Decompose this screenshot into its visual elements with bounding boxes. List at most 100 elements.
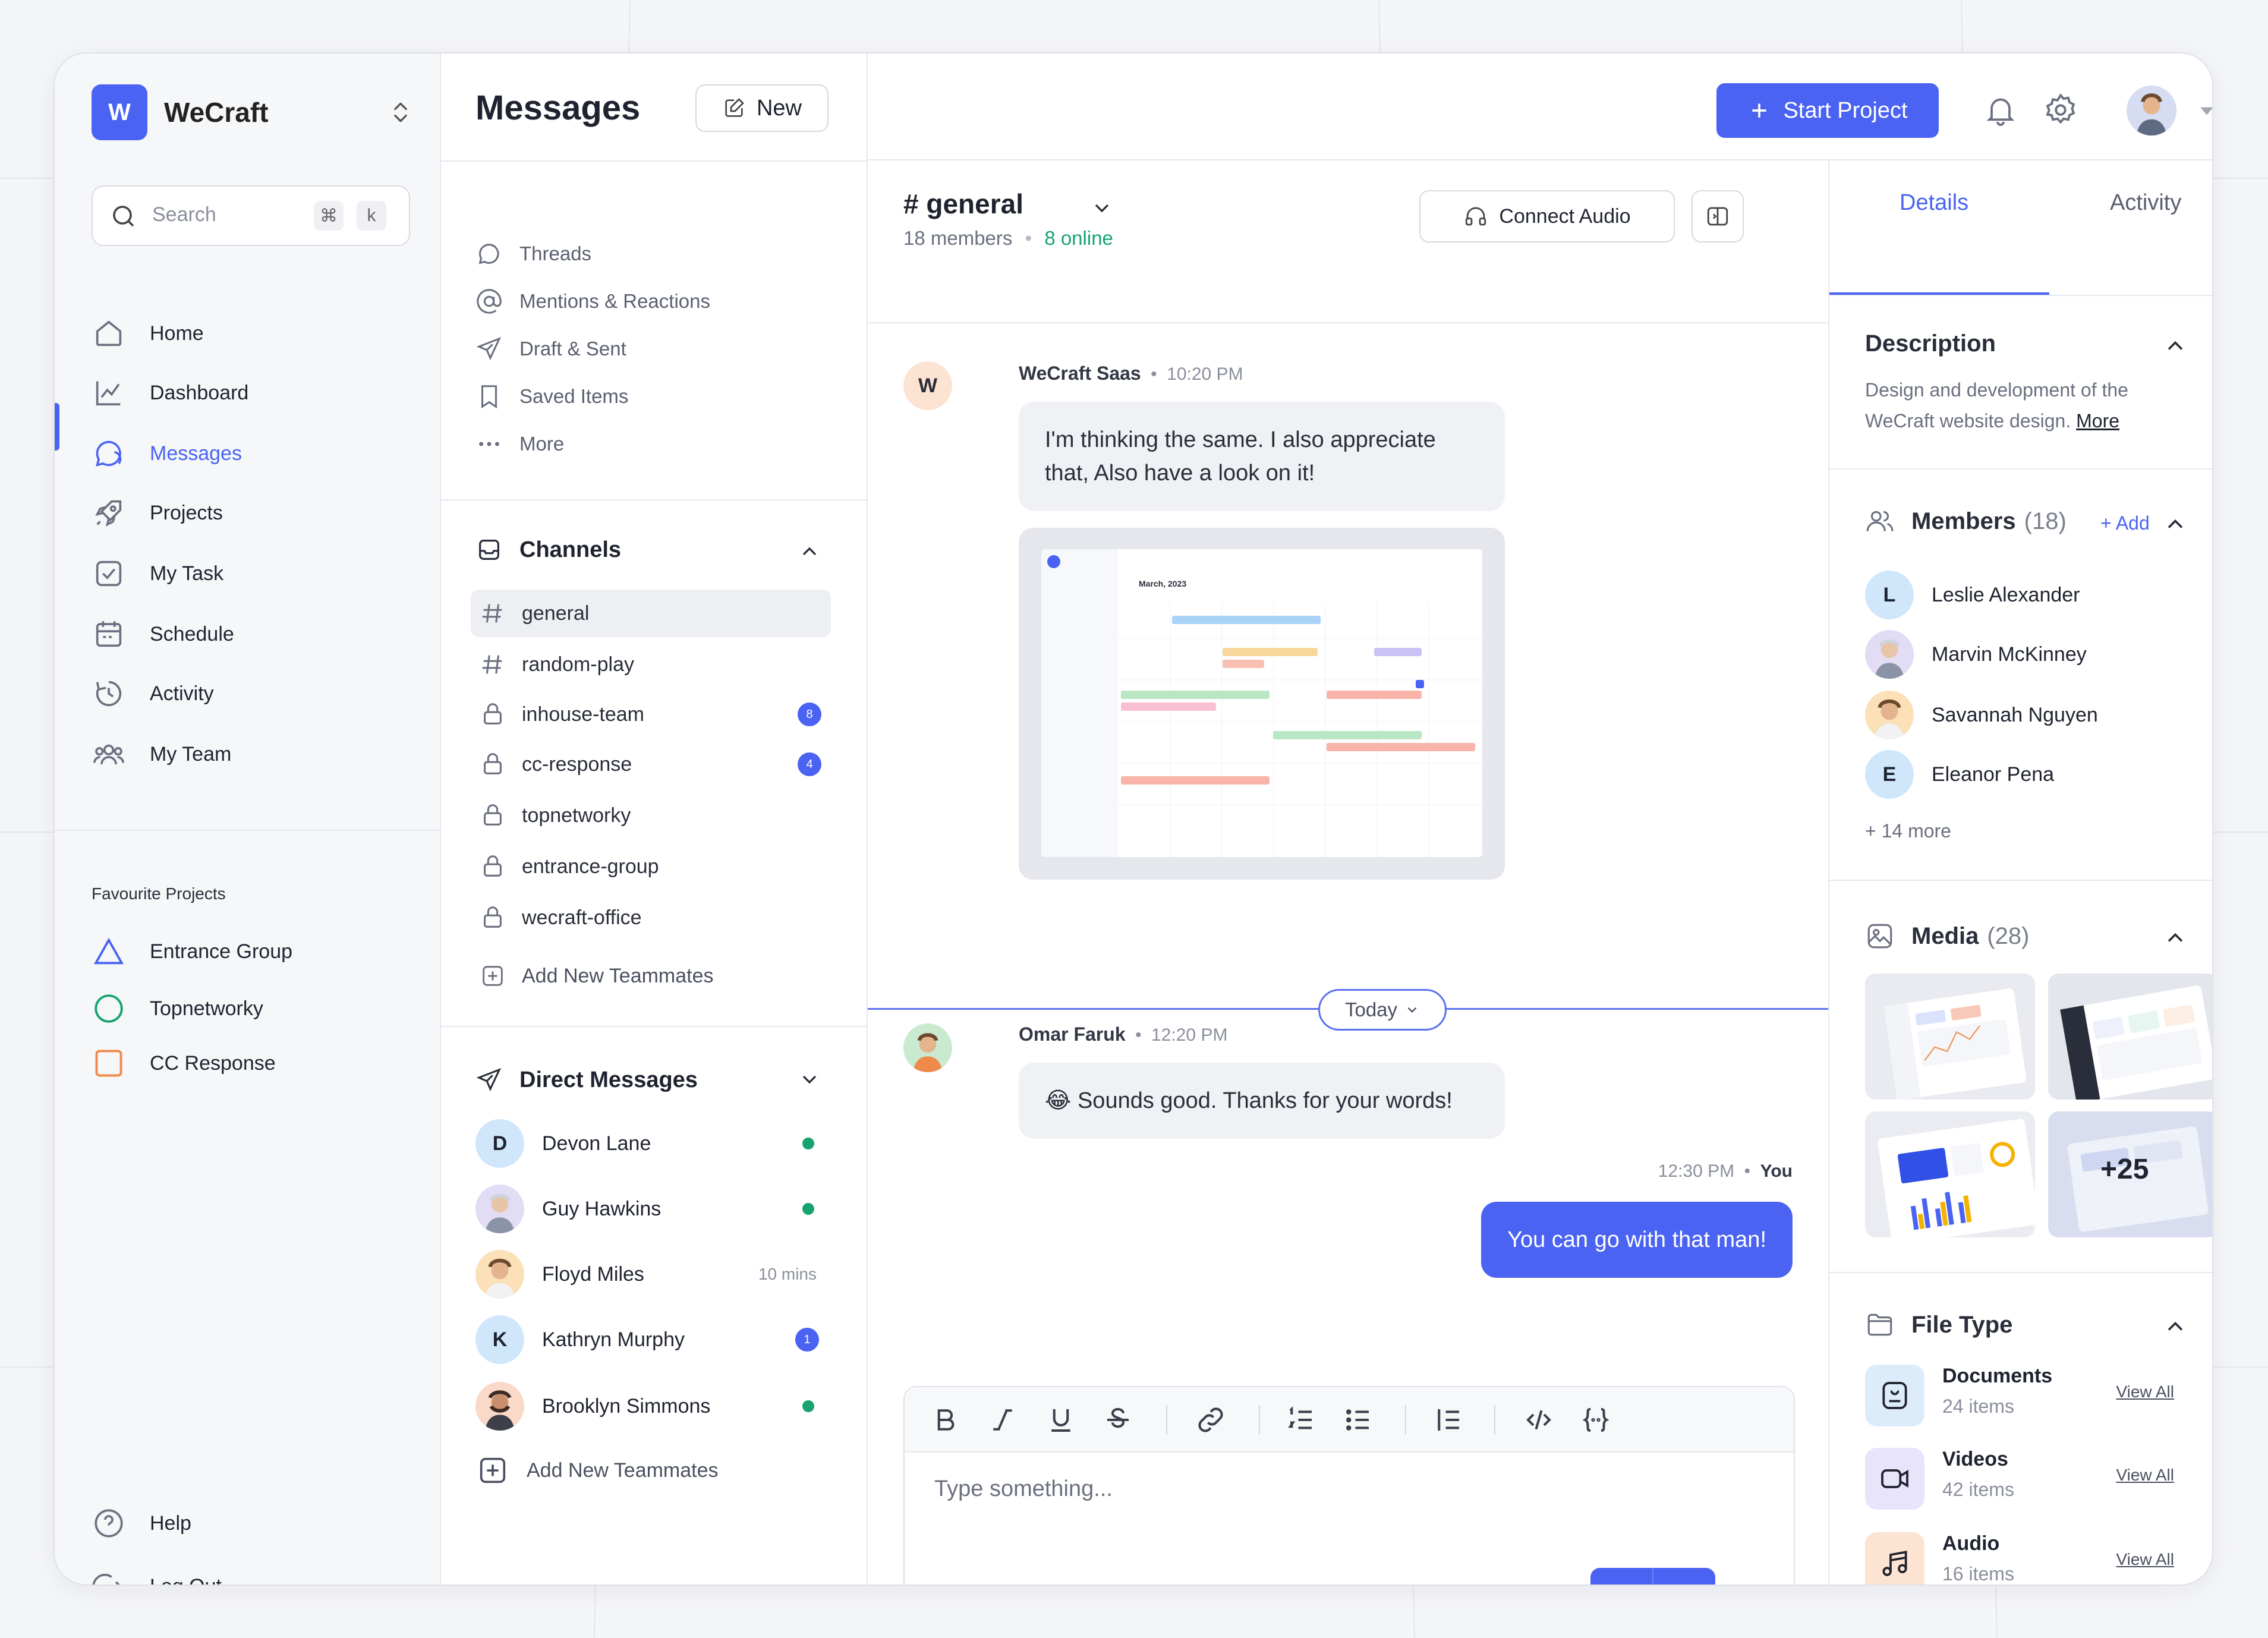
dm-guy-hawkins[interactable]: Guy Hawkins (475, 1179, 832, 1239)
tab-activity[interactable]: Activity (2110, 190, 2181, 216)
menu-draft[interactable]: Draft & Sent (475, 335, 626, 363)
code-block-icon[interactable] (1580, 1404, 1612, 1436)
nav-my-team[interactable]: My Team (92, 727, 424, 781)
dm-devon-lane[interactable]: D Devon Lane (475, 1114, 832, 1173)
media-thumbnail[interactable] (2048, 974, 2212, 1100)
channel-cc-response[interactable]: cc-response 4 (471, 741, 831, 788)
menu-more[interactable]: More (475, 430, 564, 458)
nav-activity[interactable]: Activity (92, 667, 424, 720)
channel-general[interactable]: general (471, 590, 831, 637)
shortcut-k: k (357, 201, 386, 231)
blockquote-icon[interactable] (1432, 1404, 1464, 1436)
workspace-switch-icon[interactable] (388, 97, 414, 127)
file-videos[interactable]: Videos 42 items View All (1865, 1448, 2212, 1513)
gear-icon[interactable] (2042, 92, 2079, 128)
dm-floyd-miles[interactable]: Floyd Miles 10 mins (475, 1245, 832, 1304)
file-audio[interactable]: Audio 16 items View All (1865, 1532, 2212, 1585)
dm-divider (441, 1026, 868, 1027)
dm-header[interactable]: Direct Messages (475, 1066, 698, 1094)
user-avatar[interactable] (2127, 86, 2176, 136)
menu-threads[interactable]: Threads (475, 240, 591, 267)
chevron-up-icon[interactable] (2162, 333, 2188, 359)
threads-icon (475, 240, 503, 267)
member-savannah-nguyen[interactable]: Savannah Nguyen (1865, 688, 2098, 742)
nav-projects[interactable]: Projects (92, 486, 424, 540)
menu-saved[interactable]: Saved Items (475, 383, 628, 410)
italic-icon[interactable] (987, 1404, 1019, 1436)
channel-topnetworky[interactable]: topnetworky (471, 792, 831, 839)
checkbox-icon (92, 556, 126, 591)
fav-entrance-group[interactable]: Entrance Group (92, 925, 424, 978)
nav-schedule[interactable]: Schedule (92, 607, 424, 661)
search-input[interactable]: Search ⌘ k (92, 185, 410, 246)
chevron-up-icon[interactable] (2162, 925, 2188, 951)
nav-dashboard[interactable]: Dashboard (92, 366, 424, 420)
add-teammates-channels[interactable]: Add New Teammates (471, 952, 831, 1000)
tab-details[interactable]: Details (1900, 190, 1968, 216)
chevron-down-icon[interactable] (1090, 196, 1114, 220)
channel-random-play[interactable]: random-play (471, 641, 831, 688)
member-marvin-mckinney[interactable]: Marvin McKinney (1865, 628, 2087, 681)
bullet-list-icon[interactable] (1342, 1404, 1374, 1436)
ordered-list-icon[interactable] (1285, 1404, 1317, 1436)
channel-inhouse-team[interactable]: inhouse-team 8 (471, 691, 831, 738)
media-thumbnail[interactable] (1865, 974, 2035, 1100)
add-member-link[interactable]: + Add (2100, 512, 2150, 534)
channels-header[interactable]: Channels (475, 536, 621, 563)
media-thumbnail-more[interactable]: +25 (2048, 1111, 2212, 1237)
view-all-link[interactable]: View All (2116, 1466, 2174, 1485)
start-project-button[interactable]: Start Project (1716, 83, 1939, 138)
channels-title: Channels (519, 537, 622, 562)
nav-label: Activity (150, 682, 214, 705)
today-pill[interactable]: Today (1318, 989, 1447, 1031)
media-more-count: +25 (2100, 1154, 2149, 1185)
fav-cc-response[interactable]: CC Response (92, 1037, 424, 1090)
chevron-up-icon[interactable] (2162, 1313, 2188, 1340)
chevron-up-icon[interactable] (2162, 511, 2188, 537)
channel-wecraft-office[interactable]: wecraft-office (471, 894, 831, 941)
composer-input[interactable]: Type something... (934, 1476, 1113, 1502)
message-meta: Omar Faruk • 12:20 PM (1019, 1023, 1227, 1045)
lock-icon (479, 904, 506, 931)
media-thumbnail[interactable] (1865, 1111, 2035, 1237)
bell-icon[interactable] (1983, 92, 2018, 128)
strikethrough-icon[interactable] (1102, 1404, 1134, 1436)
fav-topnetworky[interactable]: Topnetworky (92, 982, 424, 1035)
toggle-panel-button[interactable] (1691, 190, 1744, 242)
nav-messages[interactable]: Messages (92, 427, 424, 480)
underline-icon[interactable] (1045, 1404, 1077, 1436)
member-eleanor-pena[interactable]: E Eleanor Pena (1865, 748, 2054, 801)
logout-link[interactable]: Log Out (92, 1560, 424, 1585)
message-bubble: 😂 Sounds good. Thanks for your words! (1019, 1063, 1505, 1139)
nav-home[interactable]: Home (92, 307, 424, 360)
view-all-link[interactable]: View All (2116, 1382, 2174, 1401)
send-button[interactable] (1590, 1568, 1715, 1585)
file-icon-bg (1865, 1448, 1924, 1510)
nav-my-task[interactable]: My Task (92, 547, 424, 600)
image-attachment[interactable]: March, 2023 (1019, 528, 1505, 880)
logout-label: Log Out (150, 1575, 222, 1585)
code-icon[interactable] (1523, 1404, 1555, 1436)
view-all-link[interactable]: View All (2116, 1550, 2174, 1569)
description-more-link[interactable]: More (2076, 410, 2119, 431)
channel-entrance-group[interactable]: entrance-group (471, 843, 831, 890)
fav-label: Topnetworky (150, 997, 263, 1020)
add-teammates-dm[interactable]: Add New Teammates (475, 1441, 832, 1500)
link-icon[interactable] (1195, 1404, 1227, 1436)
avatar (475, 1185, 524, 1233)
new-message-button[interactable]: New (695, 84, 829, 132)
members-more-link[interactable]: + 14 more (1865, 820, 1951, 842)
chevron-down-icon[interactable] (798, 1067, 821, 1091)
connect-audio-button[interactable]: Connect Audio (1419, 190, 1675, 242)
member-leslie-alexander[interactable]: L Leslie Alexander (1865, 568, 2080, 622)
chevron-up-icon[interactable] (798, 540, 821, 563)
channel-title[interactable]: # general (903, 188, 1023, 220)
file-documents[interactable]: Documents 24 items View All (1865, 1365, 2212, 1430)
dm-brooklyn-simmons[interactable]: Brooklyn Simmons (475, 1376, 832, 1436)
preview-month: March, 2023 (1139, 579, 1187, 588)
help-link[interactable]: Help (92, 1497, 424, 1550)
bold-icon[interactable] (930, 1404, 962, 1436)
menu-mentions[interactable]: Mentions & Reactions (475, 288, 710, 315)
caret-down-icon[interactable] (2199, 105, 2212, 118)
dm-kathryn-murphy[interactable]: K Kathryn Murphy 1 (475, 1310, 832, 1369)
